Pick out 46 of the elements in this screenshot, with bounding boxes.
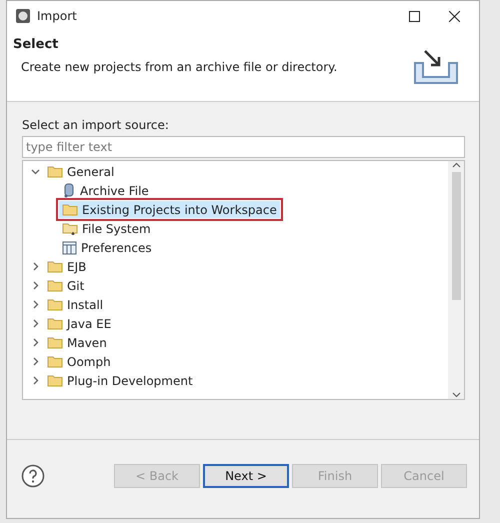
import-tray-icon [411, 47, 461, 87]
tree-item[interactable]: Java EE [44, 315, 114, 332]
wizard-button[interactable]: Next > [203, 464, 289, 488]
chevron-down-icon[interactable] [31, 167, 40, 176]
tree-item[interactable]: Git [44, 277, 88, 294]
close-icon[interactable] [448, 10, 460, 22]
tree-item[interactable]: EJB [44, 258, 90, 275]
chevron-right-icon[interactable] [31, 262, 40, 271]
tree-item[interactable]: Maven [44, 334, 110, 351]
help-icon[interactable] [21, 464, 45, 488]
folder-icon [47, 260, 63, 273]
folder-icon [47, 279, 63, 292]
folder-icon [47, 317, 63, 330]
page-title: Select [13, 37, 60, 52]
folder-icon [47, 336, 63, 349]
maximize-icon[interactable] [408, 10, 420, 22]
tree-item[interactable]: File System [59, 220, 154, 237]
filter-field[interactable]: type filter text [22, 136, 465, 158]
folder-icon [47, 298, 63, 311]
source-label: Select an import source: [22, 118, 170, 132]
jar-icon [62, 183, 76, 198]
tree-item[interactable]: Plug-in Development [44, 372, 196, 389]
tree-item[interactable]: Existing Projects into Workspace [59, 201, 280, 218]
chevron-right-icon[interactable] [31, 300, 40, 309]
folder-icon [47, 355, 63, 368]
chevron-right-icon[interactable] [31, 376, 40, 385]
tree-item[interactable]: Preferences [59, 239, 155, 256]
window-title: Import [37, 9, 78, 23]
folder-icon [47, 374, 63, 387]
chevron-right-icon[interactable] [31, 357, 40, 366]
tree-item[interactable]: General [44, 163, 118, 180]
chevron-right-icon[interactable] [31, 281, 40, 290]
chevron-right-icon[interactable] [31, 319, 40, 328]
scrollbar[interactable] [448, 161, 464, 399]
page-description: Create new projects from an archive file or directory. [21, 60, 338, 74]
tree-item[interactable]: Archive File [59, 182, 152, 199]
tree-item[interactable]: Oomph [44, 353, 114, 370]
app-icon [15, 8, 31, 24]
table-icon [62, 240, 77, 254]
folder-icon [47, 165, 63, 178]
folder-icon [62, 222, 78, 236]
scroll-up-icon[interactable] [452, 161, 460, 170]
scroll-down-icon[interactable] [452, 390, 460, 399]
folder-icon [62, 203, 78, 216]
tree-item[interactable]: Install [44, 296, 106, 313]
chevron-right-icon[interactable] [31, 338, 40, 347]
